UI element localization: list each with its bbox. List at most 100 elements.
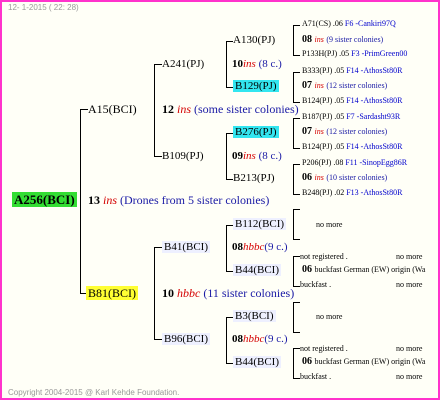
- node-b44b[interactable]: B44(BCI): [233, 356, 281, 368]
- b96-name[interactable]: B96(BCI): [162, 333, 210, 345]
- leaf-a71-id[interactable]: A71(CS): [302, 19, 331, 28]
- leaf-a71[interactable]: A71(CS) .06 F6 -Cankiri97Q: [302, 19, 396, 28]
- node-b3[interactable]: B3(BCI): [233, 310, 276, 322]
- root-gen: 13: [88, 193, 100, 207]
- root-marker: ins: [103, 193, 118, 207]
- a15-name[interactable]: A15(BCI): [88, 102, 137, 116]
- leaf-a71-ext: F6 -Cankiri97Q: [344, 19, 396, 28]
- a241-hline-top: [226, 41, 233, 42]
- node-a241[interactable]: A241(PJ): [162, 58, 204, 70]
- node-b96[interactable]: B96(BCI): [162, 333, 210, 345]
- leaf-b333[interactable]: B333(PJ) .05 F14 -AthosSt80R: [302, 66, 402, 75]
- b3-hline-bottom: [293, 332, 300, 333]
- node-b129[interactable]: B129(PJ): [233, 80, 279, 92]
- b44b-line: buckfast German (EW) origin (Wa: [314, 357, 426, 366]
- b276-branch: [293, 118, 294, 148]
- b213-branch: [293, 164, 294, 194]
- b81-info: 10 hbbc (11 sister colonies): [162, 286, 294, 301]
- leaf-b124b-ext: F14 -AthosSt80R: [346, 142, 403, 151]
- nr2-no-more: no more: [396, 344, 423, 353]
- leaf-b187[interactable]: B187(PJ) .05 F7 -Sardasht93R: [302, 112, 400, 121]
- b81-hline-bottom: [154, 339, 162, 340]
- pedigree-frame: 12- 1-2015 ( 22: 28) Copyright 2004-2015…: [0, 0, 440, 400]
- b81-name[interactable]: B81(BCI): [86, 286, 138, 300]
- node-b109[interactable]: B109(PJ): [162, 150, 204, 162]
- b44a-branch: [293, 256, 294, 286]
- root-name[interactable]: A256(BCI): [12, 192, 77, 207]
- leaf-p206-pct: .08: [333, 158, 344, 167]
- node-root[interactable]: A256(BCI): [12, 192, 77, 208]
- a130-hline-bottom: [293, 55, 300, 56]
- node-b213[interactable]: B213(PJ): [233, 172, 275, 184]
- b44b-name[interactable]: B44(BCI): [233, 356, 281, 368]
- a241-branch: [226, 41, 227, 87]
- leaf-b124b[interactable]: B124(PJ) .05 F14 -AthosSt80R: [302, 142, 402, 151]
- b276-name[interactable]: B276(PJ): [233, 126, 279, 138]
- node-b81[interactable]: B81(BCI): [86, 286, 138, 301]
- b112-name[interactable]: B112(BCI): [233, 218, 287, 230]
- leaf-b124a[interactable]: B124(PJ) .05 F14 -AthosSt80R: [302, 96, 402, 105]
- b41-marker: hbbc: [243, 241, 265, 253]
- b129-name[interactable]: B129(PJ): [233, 80, 279, 92]
- node-a15[interactable]: A15(BCI): [88, 102, 137, 117]
- node-b44a[interactable]: B44(BCI): [233, 264, 281, 276]
- nr2-label: not registered .: [300, 344, 348, 353]
- b96-note: (9 c.): [264, 333, 288, 345]
- leaf-b124a-id[interactable]: B124(PJ): [302, 96, 332, 105]
- b129-branch: [293, 72, 294, 102]
- leaf-p206-id[interactable]: P206(PJ): [302, 158, 331, 167]
- node-b276[interactable]: B276(PJ): [233, 126, 279, 138]
- root-note: (Drones from 5 sister colonies): [120, 193, 270, 207]
- b44a-gen: 06: [302, 264, 312, 275]
- b109-hline-bottom: [226, 179, 233, 180]
- b213-name[interactable]: B213(PJ): [233, 172, 275, 184]
- bf1-label: buckfast .: [300, 280, 332, 289]
- b96-info: 08hbbc(9 c.): [232, 333, 288, 345]
- b109-info: 09ins (8 c.): [232, 150, 282, 162]
- a241-name[interactable]: A241(PJ): [162, 58, 204, 70]
- leaf-b333-pct: .05: [334, 66, 345, 75]
- b41-note: (9 c.): [264, 241, 288, 253]
- leaf-p206[interactable]: P206(PJ) .08 F11 -SinopEgg86R: [302, 158, 407, 167]
- leaf-b333-id[interactable]: B333(PJ): [302, 66, 332, 75]
- node-b41[interactable]: B41(BCI): [162, 241, 210, 253]
- a130-branch: [293, 25, 294, 55]
- leaf-buckfast-2: buckfast .: [300, 372, 331, 381]
- b44a-name[interactable]: B44(BCI): [233, 264, 281, 276]
- b81-marker: hbbc: [177, 286, 201, 300]
- a15-marker: ins: [177, 102, 192, 116]
- node-a130[interactable]: A130(PJ): [233, 34, 275, 46]
- b112-hline-bottom: [293, 239, 300, 240]
- b112-branch: [293, 209, 294, 239]
- b129-note: (12 sister colonies): [326, 81, 388, 90]
- leaf-p133h-id[interactable]: P133H(PJ): [302, 49, 337, 58]
- leaf-buckfast-1: buckfast .: [300, 280, 331, 289]
- leaf-b124b-pct: .05: [334, 142, 345, 151]
- a241-marker: ins: [243, 58, 256, 70]
- b276-gen: 07: [302, 126, 312, 137]
- a130-name[interactable]: A130(PJ): [233, 34, 275, 46]
- b81-branch: [154, 247, 155, 339]
- node-b112[interactable]: B112(BCI): [233, 218, 287, 230]
- b276-note: (12 sister colonies): [326, 127, 388, 136]
- bf1-no-more: no more: [396, 280, 423, 289]
- b3-name[interactable]: B3(BCI): [233, 310, 276, 322]
- leaf-p133h[interactable]: P133H(PJ) .05 F3 -PrimGreen00: [302, 49, 407, 58]
- b44a-info: 06 buckfast German (EW) origin (Wa: [302, 264, 425, 275]
- b96-branch: [226, 317, 227, 363]
- b41-name[interactable]: B41(BCI): [162, 241, 210, 253]
- b109-hline-top: [226, 133, 233, 134]
- b109-name[interactable]: B109(PJ): [162, 150, 204, 162]
- leaf-p133h-ext: F3 -PrimGreen00: [351, 49, 408, 58]
- b44b-info: 06 buckfast German (EW) origin (Wa: [302, 356, 425, 367]
- a130-marker: ins: [314, 35, 324, 44]
- leaf-b248[interactable]: B248(PJ) .02 F13 -AthosSt80R: [302, 188, 402, 197]
- leaf-b124b-id[interactable]: B124(PJ): [302, 142, 332, 151]
- b81-gen: 10: [162, 286, 174, 300]
- leaf-b248-id[interactable]: B248(PJ): [302, 188, 332, 197]
- b129-gen: 07: [302, 80, 312, 91]
- b129-hline-top: [293, 72, 300, 73]
- b81-note: (11 sister colonies): [203, 286, 295, 300]
- leaf-b187-id[interactable]: B187(PJ): [302, 112, 332, 121]
- a15-info: 12 ins (some sister colonies): [162, 102, 299, 117]
